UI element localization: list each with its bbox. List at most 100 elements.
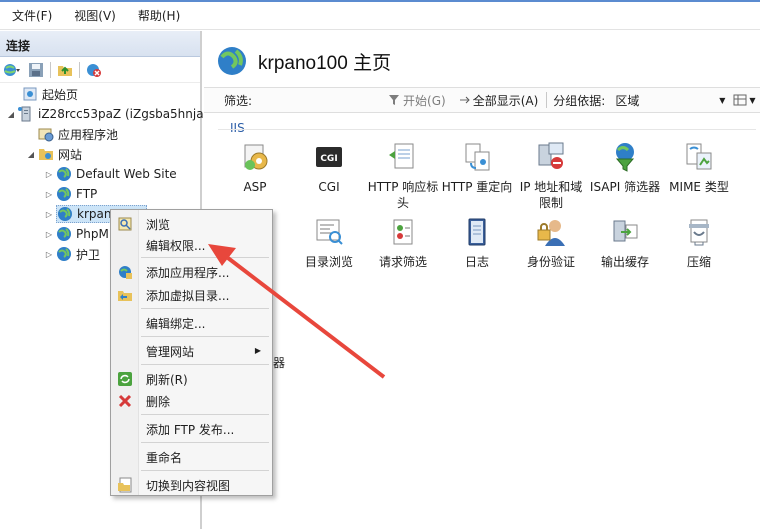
connect-icon[interactable] [2, 60, 22, 80]
feature-label: HTTP 响应标头 [367, 180, 439, 210]
section-label-iis: IIS [230, 121, 245, 135]
feature-isapi-filters[interactable]: ISAPI 筛选器 [588, 141, 662, 195]
expand-icon[interactable]: ▷ [44, 210, 54, 219]
tree-item-site[interactable]: ▷ 护卫 [44, 244, 100, 264]
chevron-down-icon: ▼ [749, 95, 756, 105]
view-toggle-button[interactable]: ▼ [733, 94, 756, 106]
request-filtering-icon [393, 219, 413, 245]
globe-icon [218, 47, 246, 75]
menu-item-rename[interactable]: 重命名 [112, 446, 271, 468]
feature-cgi[interactable]: CGI CGI [292, 141, 366, 195]
feature-logging[interactable]: 日志 [440, 216, 514, 270]
page-header: krpano100 主页 [216, 43, 391, 79]
expand-icon[interactable]: ▷ [44, 230, 54, 239]
menu-item-delete[interactable]: 删除 [112, 390, 271, 412]
feature-compression[interactable]: 压缩 [662, 216, 736, 270]
menu-separator [141, 336, 269, 337]
expand-icon[interactable]: ▷ [44, 250, 54, 259]
up-folder-icon[interactable] [55, 60, 75, 80]
menu-view[interactable]: 视图(V) [68, 7, 122, 24]
tree-item-label: FTP [76, 187, 98, 201]
cgi-icon: CGI [316, 147, 342, 167]
ip-restrictions-icon [538, 142, 564, 169]
menu-item-label: 添加虚拟目录... [146, 289, 230, 303]
tree-item-app-pools[interactable]: 应用程序池 [26, 124, 118, 144]
menu-item-label: 编辑权限... [146, 239, 206, 253]
menu-item-label: 管理网站 [146, 345, 195, 359]
menu-item-refresh[interactable]: 刷新(R) [112, 368, 271, 390]
feature-label: 日志 [464, 255, 489, 269]
feature-label: 请求筛选 [378, 255, 427, 269]
menu-item-label: 切换到内容视图 [146, 479, 231, 493]
tree-item-label: 网站 [58, 147, 83, 162]
menu-item-switch-content-view[interactable]: 切换到内容视图 [112, 474, 271, 496]
feature-mime-types[interactable]: MIME 类型 [662, 141, 736, 195]
feature-ip-domain-restrictions[interactable]: IP 地址和域限制 [514, 141, 588, 211]
start-page-icon [22, 86, 38, 102]
show-all-button[interactable]: 全部显示(A) [458, 92, 538, 109]
tree-item-start-page[interactable]: 起始页 [10, 84, 78, 104]
menu-item-label: 浏览 [146, 218, 171, 232]
menu-item-label: 添加应用程序... [146, 266, 230, 280]
main-content: krpano100 主页 筛选: 开始(G) 全部显示(A) 分组依据: 区域 … [204, 31, 760, 529]
menu-help[interactable]: 帮助(H) [132, 7, 186, 24]
tree-item-site[interactable]: ▷ PhpM [44, 224, 109, 244]
tree-item-label: 护卫 [76, 247, 101, 262]
menu-separator [141, 414, 269, 415]
group-by-select[interactable]: 区域 ▼ [611, 91, 729, 109]
menu-item-manage-site[interactable]: 管理网站 ▶ [112, 340, 271, 362]
tree-item-site[interactable]: ▷ Default Web Site [44, 164, 177, 184]
mime-types-icon [686, 143, 712, 170]
tree-item-site[interactable]: ▷ FTP [44, 184, 97, 204]
globe-icon [56, 186, 72, 202]
feature-directory-browsing[interactable]: 目录浏览 [292, 216, 366, 270]
feature-http-redirect[interactable]: HTTP 重定向 [440, 141, 514, 195]
menu-item-edit-permissions[interactable]: 编辑权限... [112, 234, 271, 256]
group-by-label: 分组依据: [553, 93, 606, 108]
menu-item-browse[interactable]: 浏览 [112, 213, 271, 235]
menu-separator [141, 442, 269, 443]
filter-input[interactable] [256, 91, 376, 109]
filter-separator [546, 92, 548, 108]
menu-separator [141, 257, 269, 258]
asp-icon [244, 144, 268, 170]
feature-label: ASP [243, 180, 267, 194]
tree-item-sites[interactable]: ◢ 网站 [26, 144, 82, 164]
collapse-icon[interactable]: ◢ [6, 110, 16, 119]
feature-asp[interactable]: ASP [218, 141, 292, 195]
disconnect-icon[interactable] [84, 60, 104, 80]
browse-icon [118, 217, 132, 231]
menu-item-add-application[interactable]: 添加应用程序... [112, 261, 271, 283]
collapse-icon[interactable]: ◢ [26, 150, 36, 159]
logging-icon [468, 218, 486, 246]
server-icon [18, 106, 34, 122]
feature-authentication[interactable]: 身份验证 [514, 216, 588, 270]
refresh-icon [118, 372, 132, 386]
menu-item-edit-bindings[interactable]: 编辑绑定... [112, 312, 271, 334]
delete-icon [118, 394, 132, 408]
start-filter-button[interactable]: 开始(G) [388, 92, 446, 109]
tree-item-server[interactable]: ◢ iZ28rcc53paZ (iZgsba5hnja [6, 104, 204, 124]
group-by-value: 区域 [615, 93, 640, 108]
feature-request-filtering[interactable]: 请求筛选 [366, 216, 440, 270]
tree-item-label: Default Web Site [76, 167, 177, 181]
expand-icon[interactable]: ▷ [44, 170, 54, 179]
expand-icon[interactable]: ▷ [44, 190, 54, 199]
tree-item-label: iZ28rcc53paZ (iZgsba5hnja [38, 107, 204, 121]
menu-file[interactable]: 文件(F) [6, 7, 58, 24]
feature-http-response-headers[interactable]: HTTP 响应标头 [366, 141, 440, 211]
feature-label: 身份验证 [526, 255, 575, 269]
tree-item-label: PhpM [76, 227, 109, 241]
connections-toolbar [0, 57, 200, 83]
page-title: krpano100 主页 [258, 52, 392, 74]
menu-separator [141, 470, 269, 471]
menubar: 文件(F) 视图(V) 帮助(H) [0, 2, 760, 30]
feature-label: 输出缓存 [600, 255, 649, 269]
save-icon[interactable] [26, 60, 46, 80]
menu-item-add-virtual-directory[interactable]: 添加虚拟目录... [112, 284, 271, 306]
http-headers-icon [389, 143, 414, 169]
feature-label: HTTP 重定向 [441, 180, 513, 194]
menu-item-add-ftp-publishing[interactable]: 添加 FTP 发布... [112, 418, 271, 440]
directory-browsing-icon [316, 219, 343, 245]
feature-output-caching[interactable]: 输出缓存 [588, 216, 662, 270]
